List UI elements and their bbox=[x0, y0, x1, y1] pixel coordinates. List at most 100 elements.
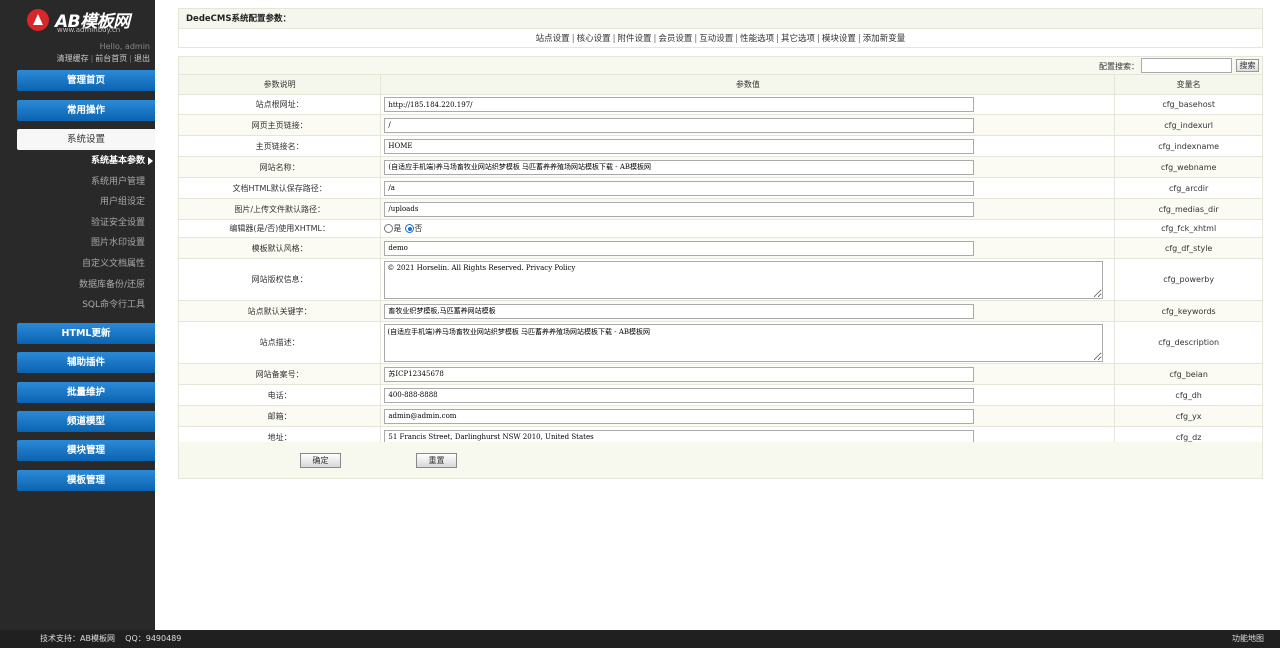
table-row: 主页链接名： cfg_indexname bbox=[177, 135, 1263, 157]
param-label: 站点默认关键字： bbox=[177, 300, 382, 322]
table-row: 图片/上传文件默认路径： cfg_medias_dir bbox=[177, 198, 1263, 220]
logo: AB模板网 www.adminbuy.cn bbox=[25, 7, 135, 35]
param-value-cell bbox=[380, 114, 1116, 136]
sidebar-item-db-backup[interactable]: 数据库备份/还原 bbox=[79, 276, 145, 294]
footer-support-text: 技术支持：AB模板网 bbox=[40, 634, 115, 643]
nav-template-manage[interactable]: 模板管理 bbox=[17, 470, 155, 491]
tab-interaction[interactable]: 互动设置 bbox=[699, 34, 733, 44]
nav-html-update[interactable]: HTML更新 bbox=[17, 323, 155, 344]
config-search-bar: 配置搜索： 搜索 bbox=[178, 56, 1263, 74]
tab-module[interactable]: 模块设置 bbox=[822, 34, 856, 44]
sitemap-link[interactable]: 功能地图 bbox=[1232, 630, 1264, 648]
tab-site[interactable]: 站点设置 bbox=[536, 34, 570, 44]
variable-name: cfg_keywords bbox=[1114, 300, 1263, 322]
tab-add-variable[interactable]: 添加新变量 bbox=[863, 34, 906, 44]
param-value-cell bbox=[380, 198, 1116, 220]
sidebar-item-sql-tool[interactable]: SQL命令行工具 bbox=[82, 296, 145, 314]
tab-member[interactable]: 会员设置 bbox=[658, 34, 692, 44]
param-label: 电话： bbox=[177, 384, 382, 406]
table-row: 编辑器(是/否)使用XHTML：是否 cfg_fck_xhtml bbox=[177, 219, 1263, 238]
clear-cache-link[interactable]: 清理缓存 bbox=[57, 54, 89, 63]
sidebar-item-user-manage[interactable]: 系统用户管理 bbox=[91, 173, 145, 191]
tab-performance[interactable]: 性能选项 bbox=[740, 34, 774, 44]
config-table: 参数说明 参数值 变量名 站点根网址： cfg_basehost 网页主页链接： cf… bbox=[177, 74, 1263, 448]
tab-core[interactable]: 核心设置 bbox=[577, 34, 611, 44]
sidebar-item-doc-attr[interactable]: 自定义文档属性 bbox=[82, 255, 145, 273]
logo-icon bbox=[27, 9, 49, 31]
param-value-cell: 是否 bbox=[380, 219, 1116, 238]
search-button[interactable]: 搜索 bbox=[1236, 59, 1259, 72]
variable-name: cfg_powerby bbox=[1114, 258, 1263, 301]
sidebar-item-user-group[interactable]: 用户组设定 bbox=[100, 193, 145, 211]
param-value-cell bbox=[380, 94, 1116, 115]
search-input[interactable] bbox=[1141, 58, 1232, 73]
param-value-cell bbox=[380, 405, 1116, 427]
variable-name: cfg_dh bbox=[1114, 384, 1263, 406]
param-value-input[interactable] bbox=[384, 159, 975, 175]
table-row: 电话： cfg_dh bbox=[177, 384, 1263, 406]
tab-other[interactable]: 其它选项 bbox=[781, 34, 815, 44]
param-value-input[interactable] bbox=[384, 366, 975, 382]
param-value-input[interactable] bbox=[384, 303, 975, 319]
column-header-var: 变量名 bbox=[1114, 74, 1263, 95]
param-value-input[interactable] bbox=[384, 97, 975, 112]
table-row: 邮箱： cfg_yx bbox=[177, 405, 1263, 427]
param-label: 网站版权信息： bbox=[177, 258, 382, 301]
param-value-textarea[interactable]: © 2021 Horselin. All Rights Reserved. Pr… bbox=[384, 260, 1104, 299]
frontend-home-link[interactable]: 前台首页 bbox=[95, 54, 127, 63]
column-header-desc: 参数说明 bbox=[177, 74, 382, 95]
variable-name: cfg_indexurl bbox=[1114, 114, 1263, 136]
param-value-input[interactable] bbox=[384, 408, 975, 424]
table-row: 站点描述： (自适应手机端)养马场畜牧业网站织梦模板 马匹蓄养养殖场网站模板下载 … bbox=[177, 321, 1263, 364]
param-value-cell bbox=[380, 156, 1116, 178]
param-value-input[interactable] bbox=[384, 117, 975, 133]
radio-button[interactable] bbox=[384, 224, 394, 233]
table-row: 网站名称： cfg_webname bbox=[177, 156, 1263, 178]
nav-channel-model[interactable]: 频道模型 bbox=[17, 411, 155, 432]
variable-name: cfg_indexname bbox=[1114, 135, 1263, 157]
table-row: 站点根网址： cfg_basehost bbox=[177, 94, 1263, 115]
reset-button[interactable]: 重置 bbox=[416, 453, 457, 468]
nav-system-settings[interactable]: 系统设置 bbox=[17, 129, 155, 150]
param-value-cell: © 2021 Horselin. All Rights Reserved. Pr… bbox=[380, 258, 1116, 301]
radio-label: 否 bbox=[414, 224, 423, 233]
footer-support: 技术支持：AB模板网 QQ：9490489 bbox=[40, 630, 181, 648]
column-header-value: 参数值 bbox=[380, 74, 1116, 95]
nav-manage-home[interactable]: 管理首页 bbox=[17, 70, 155, 91]
param-label: 网页主页链接： bbox=[177, 114, 382, 136]
param-value-input[interactable] bbox=[384, 240, 975, 256]
table-row: 模板默认风格： cfg_df_style bbox=[177, 237, 1263, 259]
sidebar-item-watermark[interactable]: 图片水印设置 bbox=[91, 234, 145, 252]
param-value-input[interactable] bbox=[384, 387, 975, 403]
nav-module-manage[interactable]: 模块管理 bbox=[17, 440, 155, 461]
radio-button[interactable] bbox=[405, 224, 415, 233]
table-row: 网站版权信息： © 2021 Horselin. All Rights Reser… bbox=[177, 258, 1263, 301]
radio-label: 是 bbox=[393, 224, 402, 233]
variable-name: cfg_yx bbox=[1114, 405, 1263, 427]
variable-name: cfg_webname bbox=[1114, 156, 1263, 178]
param-value-input[interactable] bbox=[384, 201, 975, 217]
sidebar: AB模板网 www.adminbuy.cn Hello, admin 清理缓存 |… bbox=[0, 0, 155, 630]
param-value-textarea[interactable]: (自适应手机端)养马场畜牧业网站织梦模板 马匹蓄养养殖场网站模板下载 - AB模… bbox=[384, 323, 1104, 362]
nav-batch-maintain[interactable]: 批量维护 bbox=[17, 382, 155, 403]
param-label: 图片/上传文件默认路径： bbox=[177, 198, 382, 220]
submit-button[interactable]: 确定 bbox=[300, 453, 341, 468]
param-value-input[interactable] bbox=[384, 138, 975, 154]
logout-link[interactable]: 退出 bbox=[134, 54, 150, 63]
param-label: 文档HTML默认保存路径： bbox=[177, 177, 382, 199]
nav-common-ops[interactable]: 常用操作 bbox=[17, 100, 155, 121]
footer: 技术支持：AB模板网 QQ：9490489 功能地图 bbox=[0, 630, 1280, 648]
param-label: 主页链接名： bbox=[177, 135, 382, 157]
param-label: 网站名称： bbox=[177, 156, 382, 178]
param-value-input[interactable] bbox=[384, 180, 975, 196]
param-label: 模板默认风格： bbox=[177, 237, 382, 259]
param-label: 编辑器(是/否)使用XHTML： bbox=[177, 219, 382, 238]
sidebar-item-security[interactable]: 验证安全设置 bbox=[91, 214, 145, 232]
param-value-cell bbox=[380, 384, 1116, 406]
tab-attachment[interactable]: 附件设置 bbox=[617, 34, 651, 44]
config-header: DedeCMS系统配置参数： 站点设置 | 核心设置 | 附件设置 | 会员设置 | 互动设置 |… bbox=[178, 8, 1263, 48]
table-row: 文档HTML默认保存路径： cfg_arcdir bbox=[177, 177, 1263, 199]
sidebar-item-basic-params[interactable]: 系统基本参数 bbox=[91, 152, 154, 170]
nav-plugins[interactable]: 辅助插件 bbox=[17, 352, 155, 373]
param-value-cell bbox=[380, 300, 1116, 322]
